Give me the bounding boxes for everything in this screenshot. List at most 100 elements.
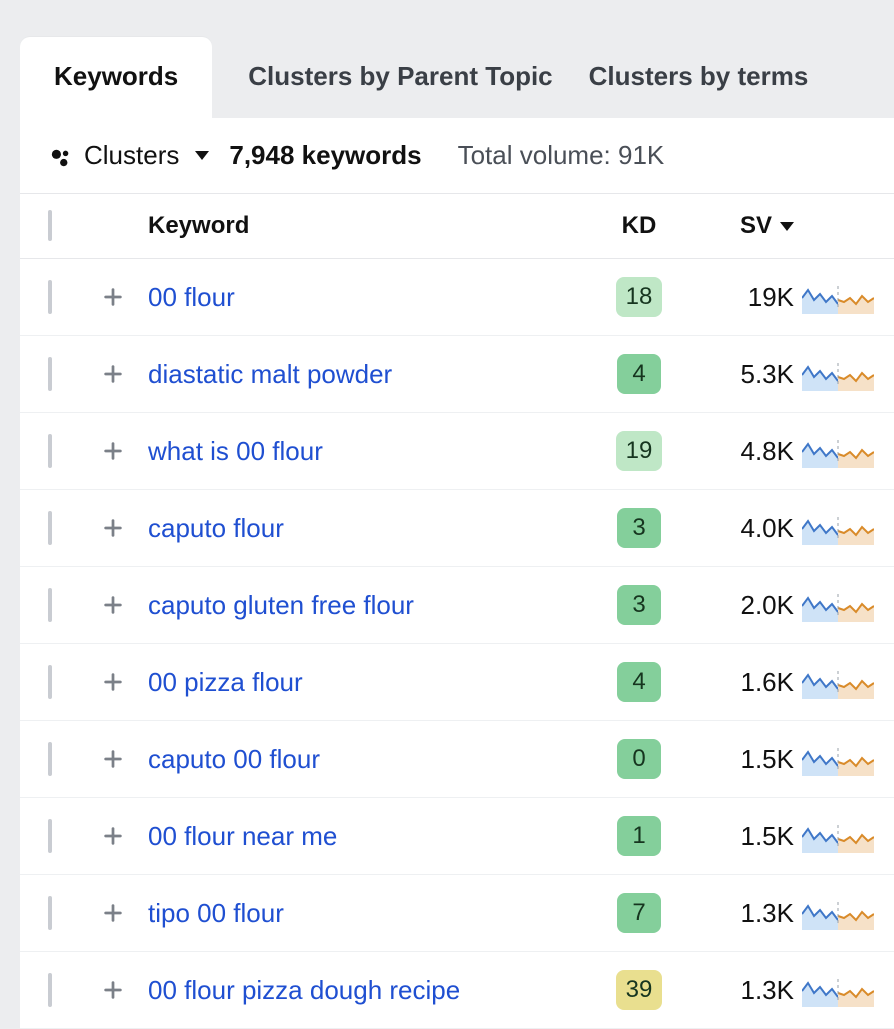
- keywords-panel: Clusters 7,948 keywords Total volume: 91…: [20, 118, 894, 1029]
- tab-clusters-parent[interactable]: Clusters by Parent Topic: [248, 37, 552, 118]
- expand-button[interactable]: [98, 973, 128, 1003]
- trend-sparkline: [802, 742, 874, 776]
- keyword-link[interactable]: what is 00 flour: [148, 436, 323, 466]
- kd-badge: 0: [617, 739, 661, 779]
- trend-sparkline: [802, 280, 874, 314]
- kd-badge: 19: [616, 431, 663, 471]
- tab-keywords[interactable]: Keywords: [20, 37, 212, 118]
- clusters-dropdown[interactable]: Clusters: [50, 140, 209, 171]
- trend-sparkline: [802, 819, 874, 853]
- col-kd[interactable]: KD: [594, 212, 684, 240]
- row-checkbox[interactable]: [48, 742, 52, 776]
- sv-value: 4.0K: [684, 513, 794, 544]
- expand-button[interactable]: [98, 588, 128, 618]
- col-sv[interactable]: SV: [684, 212, 794, 240]
- plus-icon: [102, 361, 124, 383]
- row-checkbox[interactable]: [48, 896, 52, 930]
- expand-button[interactable]: [98, 896, 128, 926]
- keywords-table: Keyword KD SV: [20, 193, 894, 1029]
- plus-icon: [102, 823, 124, 845]
- trend-sparkline: [802, 896, 874, 930]
- table-row: 00 flour pizza dough recipe 39 1.3K: [20, 952, 894, 1029]
- table-row: 00 pizza flour 4 1.6K: [20, 644, 894, 721]
- plus-icon: [102, 669, 124, 691]
- kd-badge: 7: [617, 893, 661, 933]
- table-row: diastatic malt powder 4 5.3K: [20, 336, 894, 413]
- keyword-link[interactable]: caputo 00 flour: [148, 744, 320, 774]
- kd-badge: 18: [616, 277, 663, 317]
- trend-sparkline: [802, 665, 874, 699]
- kd-badge: 3: [617, 508, 661, 548]
- table-row: 00 flour 18 19K: [20, 259, 894, 336]
- keyword-link[interactable]: 00 flour near me: [148, 821, 337, 851]
- expand-button[interactable]: [98, 665, 128, 695]
- select-all-checkbox[interactable]: [48, 210, 52, 241]
- table-header: Keyword KD SV: [20, 193, 894, 259]
- plus-icon: [102, 746, 124, 768]
- plus-icon: [102, 900, 124, 922]
- clusters-icon: [50, 145, 72, 167]
- expand-button[interactable]: [98, 742, 128, 772]
- keyword-link[interactable]: tipo 00 flour: [148, 898, 284, 928]
- row-checkbox[interactable]: [48, 434, 52, 468]
- keyword-link[interactable]: caputo gluten free flour: [148, 590, 414, 620]
- row-checkbox[interactable]: [48, 665, 52, 699]
- keyword-link[interactable]: 00 flour: [148, 282, 235, 312]
- sv-value: 1.5K: [684, 821, 794, 852]
- keyword-count: 7,948 keywords: [229, 140, 421, 171]
- trend-sparkline: [802, 973, 874, 1007]
- row-checkbox[interactable]: [48, 973, 52, 1007]
- sv-value: 2.0K: [684, 590, 794, 621]
- row-checkbox[interactable]: [48, 511, 52, 545]
- trend-sparkline: [802, 434, 874, 468]
- plus-icon: [102, 515, 124, 537]
- sv-value: 4.8K: [684, 436, 794, 467]
- keyword-link[interactable]: diastatic malt powder: [148, 359, 392, 389]
- kd-badge: 4: [617, 662, 661, 702]
- clusters-label: Clusters: [84, 140, 179, 171]
- expand-button[interactable]: [98, 434, 128, 464]
- col-sv-label: SV: [740, 212, 772, 240]
- row-checkbox[interactable]: [48, 357, 52, 391]
- sort-desc-icon: [780, 222, 794, 231]
- row-checkbox[interactable]: [48, 819, 52, 853]
- tab-clusters-terms[interactable]: Clusters by terms: [589, 37, 809, 118]
- sv-value: 1.5K: [684, 744, 794, 775]
- table-row: caputo 00 flour 0 1.5K: [20, 721, 894, 798]
- keyword-link[interactable]: 00 pizza flour: [148, 667, 303, 697]
- sv-value: 19K: [684, 282, 794, 313]
- plus-icon: [102, 438, 124, 460]
- total-volume: Total volume: 91K: [458, 140, 665, 171]
- sv-value: 1.6K: [684, 667, 794, 698]
- trend-sparkline: [802, 511, 874, 545]
- table-row: caputo gluten free flour 3 2.0K: [20, 567, 894, 644]
- kd-badge: 3: [617, 585, 661, 625]
- trend-sparkline: [802, 357, 874, 391]
- col-keyword[interactable]: Keyword: [148, 212, 594, 240]
- row-checkbox[interactable]: [48, 588, 52, 622]
- sv-value: 1.3K: [684, 975, 794, 1006]
- expand-button[interactable]: [98, 511, 128, 541]
- table-row: 00 flour near me 1 1.5K: [20, 798, 894, 875]
- tabs: Keywords Clusters by Parent Topic Cluste…: [0, 0, 894, 118]
- kd-badge: 39: [616, 970, 663, 1010]
- expand-button[interactable]: [98, 280, 128, 310]
- plus-icon: [102, 977, 124, 999]
- table-row: tipo 00 flour 7 1.3K: [20, 875, 894, 952]
- trend-sparkline: [802, 588, 874, 622]
- kd-badge: 4: [617, 354, 661, 394]
- sv-value: 1.3K: [684, 898, 794, 929]
- table-row: what is 00 flour 19 4.8K: [20, 413, 894, 490]
- toolbar: Clusters 7,948 keywords Total volume: 91…: [20, 118, 894, 193]
- expand-button[interactable]: [98, 357, 128, 387]
- plus-icon: [102, 592, 124, 614]
- keyword-link[interactable]: caputo flour: [148, 513, 284, 543]
- keyword-link[interactable]: 00 flour pizza dough recipe: [148, 975, 460, 1005]
- plus-icon: [102, 284, 124, 306]
- table-row: caputo flour 3 4.0K: [20, 490, 894, 567]
- row-checkbox[interactable]: [48, 280, 52, 314]
- expand-button[interactable]: [98, 819, 128, 849]
- kd-badge: 1: [617, 816, 661, 856]
- sv-value: 5.3K: [684, 359, 794, 390]
- chevron-down-icon: [195, 151, 209, 160]
